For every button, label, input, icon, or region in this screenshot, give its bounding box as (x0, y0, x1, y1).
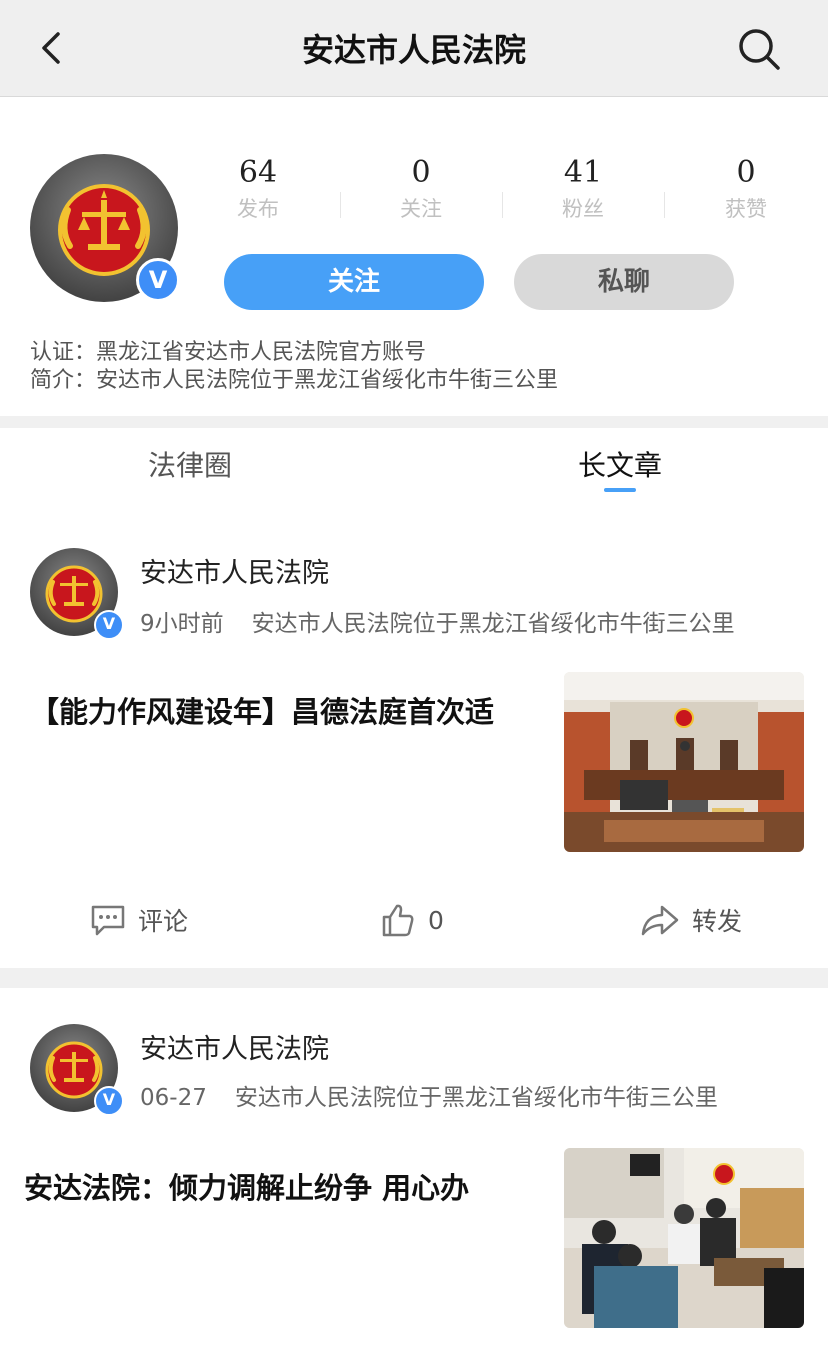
stat-value: 0 (411, 155, 431, 190)
post-meta: 06-27 安达市人民法院位于黑龙江省绥化市牛街三公里 (140, 1080, 718, 1116)
verified-badge-icon: V (136, 258, 180, 302)
post-divider (0, 968, 828, 988)
divider (502, 192, 503, 218)
share-label: 转发 (692, 907, 743, 936)
stat-value: 41 (563, 155, 603, 190)
tab-long-articles[interactable]: 长文章 (578, 444, 662, 488)
stat-label: 发布 (237, 197, 279, 221)
stat-followers[interactable]: 41 粉丝 (523, 154, 643, 226)
section-divider (0, 416, 828, 428)
tab-law-circle[interactable]: 法律圈 (148, 444, 232, 488)
post-time: 9小时前 (140, 611, 224, 637)
stat-likes[interactable]: 0 获赞 (686, 154, 806, 226)
stat-following[interactable]: 0 关注 (361, 154, 481, 226)
share-arrow-icon (641, 905, 679, 936)
stat-label: 粉丝 (562, 197, 604, 221)
active-tab-indicator (604, 488, 636, 492)
post-location: 安达市人民法院位于黑龙江省绥化市牛街三公里 (234, 1085, 718, 1111)
post-thumbnail[interactable] (564, 1148, 804, 1328)
verified-badge-icon: V (94, 1086, 124, 1116)
search-icon[interactable] (736, 26, 782, 72)
verified-badge-icon: V (94, 610, 124, 640)
divider (664, 192, 665, 218)
comment-label: 评论 (138, 907, 189, 936)
intro-text: 简介：安达市人民法院位于黑龙江省绥化市牛街三公里 (30, 368, 559, 393)
stat-label: 获赞 (725, 197, 767, 221)
like-count: 0 (428, 905, 444, 935)
private-chat-button[interactable]: 私聊 (514, 254, 734, 310)
stat-posts[interactable]: 64 发布 (198, 154, 318, 226)
follow-button[interactable]: 关注 (224, 254, 484, 310)
post-author[interactable]: 安达市人民法院 (140, 554, 329, 594)
nav-bar: 安达市人民法院 (0, 0, 828, 97)
page-title: 安达市人民法院 (301, 31, 526, 69)
post-title[interactable]: 【能力作风建设年】昌德法庭首次适 (30, 690, 494, 734)
share-button[interactable]: 转发 (640, 900, 742, 940)
post-location: 安达市人民法院位于黑龙江省绥化市牛街三公里 (251, 611, 735, 637)
stat-value: 0 (736, 155, 756, 190)
comment-icon (91, 905, 125, 936)
post-title[interactable]: 安达法院：倾力调解止纷争 用心办 (24, 1166, 469, 1210)
courtroom-photo (564, 672, 804, 852)
like-button[interactable]: 0 (380, 900, 444, 940)
stat-value: 64 (238, 155, 278, 190)
post-meta: 9小时前 安达市人民法院位于黑龙江省绥化市牛街三公里 (140, 606, 735, 642)
stat-label: 关注 (400, 197, 442, 221)
comment-button[interactable]: 评论 (90, 900, 188, 940)
thumbs-up-icon (382, 904, 414, 937)
post-author[interactable]: 安达市人民法院 (140, 1030, 329, 1070)
post-time: 06-27 (140, 1085, 207, 1111)
post-thumbnail[interactable] (564, 672, 804, 852)
mediation-photo (564, 1148, 804, 1328)
certification-text: 认证：黑龙江省安达市人民法院官方账号 (30, 340, 427, 365)
divider (340, 192, 341, 218)
